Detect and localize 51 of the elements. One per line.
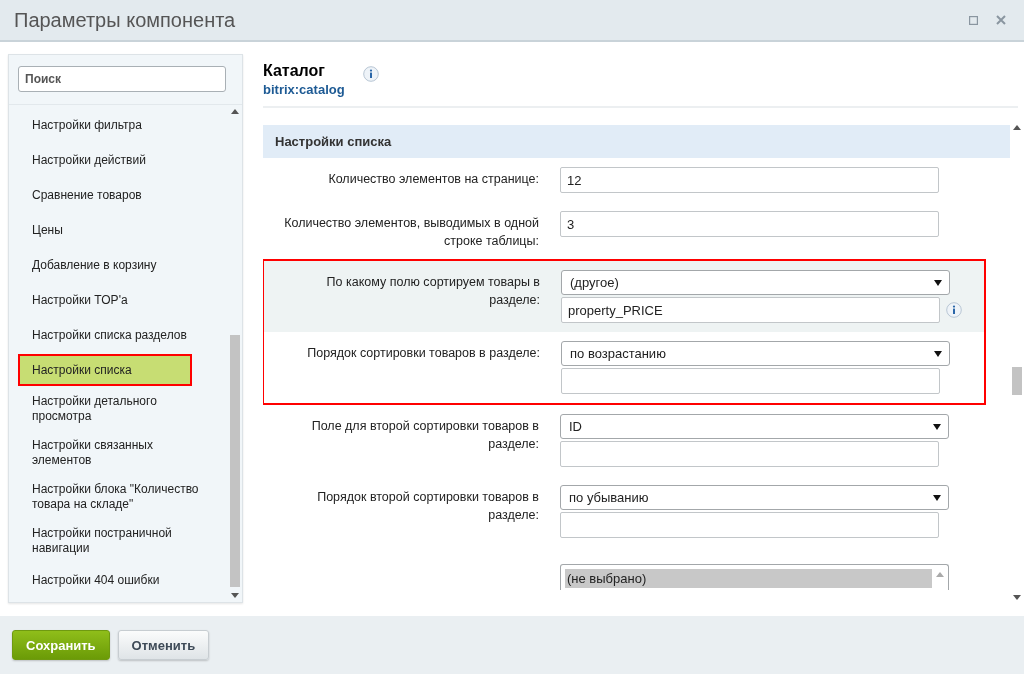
scroll-down-icon[interactable]: [1013, 595, 1021, 600]
text-field[interactable]: property_PRICE: [561, 297, 940, 323]
sidebar-item[interactable]: Настройки 404 ошибки: [18, 563, 218, 598]
sidebar-item[interactable]: Настройки фильтра: [18, 108, 218, 143]
sidebar-item[interactable]: Настройки блока "Количество товара на складе": [18, 475, 218, 519]
info-icon[interactable]: [362, 66, 379, 82]
close-icon[interactable]: [996, 15, 1006, 25]
scroll-up-icon[interactable]: [1013, 125, 1021, 130]
dropdown[interactable]: (другое): [561, 270, 950, 295]
maximize-icon[interactable]: [969, 15, 978, 25]
component-title: Каталог: [263, 62, 326, 80]
search-field[interactable]: Поиск: [18, 66, 226, 92]
field-label: По какому полю сортируем товары в разделе:: [325, 274, 540, 309]
dropdown[interactable]: по возрастанию: [561, 341, 950, 366]
sidebar-item[interactable]: Настройки списка: [18, 354, 192, 386]
scrollbar-thumb[interactable]: [1012, 367, 1022, 395]
field-label: Порядок второй сортировки товаров в разделе:: [316, 489, 539, 524]
window-title: Параметры компонента: [14, 8, 236, 32]
cancel-button[interactable]: Отменить: [117, 630, 210, 660]
sidebar-item[interactable]: Добавление в корзину: [18, 248, 218, 283]
sidebar-item[interactable]: Настройки списка разделов: [18, 318, 218, 353]
caret-icon: [934, 279, 942, 286]
sidebar-item[interactable]: Настройки действий: [18, 143, 218, 178]
field-label: Порядок сортировки товаров в разделе:: [307, 345, 540, 362]
sidebar-item[interactable]: Сравнение товаров: [18, 178, 218, 213]
field-label: Поле для второй сортировки товаров в разделе:: [310, 418, 539, 453]
field-label: Количество элементов, выводимых в одной строке таблицы:: [283, 215, 539, 250]
sidebar-item[interactable]: Настройки связанных элементов: [18, 431, 218, 475]
text-field[interactable]: [561, 368, 940, 394]
info-icon[interactable]: [946, 302, 962, 318]
caret-icon: [933, 423, 941, 430]
text-field[interactable]: 12: [560, 167, 939, 193]
scroll-down-icon[interactable]: [231, 593, 239, 598]
list-box[interactable]: (не выбрано): [560, 564, 949, 590]
caret-icon: [933, 494, 941, 501]
text-field[interactable]: 3: [560, 211, 939, 237]
field-label: Количество элементов на странице:: [328, 171, 539, 188]
text-field[interactable]: [560, 441, 939, 467]
dropdown[interactable]: по убыванию: [560, 485, 949, 510]
scroll-up-icon[interactable]: [231, 109, 239, 114]
sidebar-item[interactable]: Настройки детального просмотра: [18, 387, 218, 431]
scrollbar-thumb[interactable]: [230, 334, 240, 587]
section-title: Настройки списка: [275, 134, 392, 149]
sidebar-item[interactable]: Настройки постраничной навигации: [18, 519, 218, 563]
sidebar-item[interactable]: Цены: [18, 213, 218, 248]
text-field[interactable]: [560, 512, 939, 538]
component-code: bitrix:catalog: [263, 82, 345, 97]
dropdown[interactable]: ID: [560, 414, 949, 439]
sidebar-item[interactable]: Настройки TOP'а: [18, 283, 218, 318]
caret-icon: [934, 350, 942, 357]
list-option[interactable]: (не выбрано): [565, 569, 932, 588]
